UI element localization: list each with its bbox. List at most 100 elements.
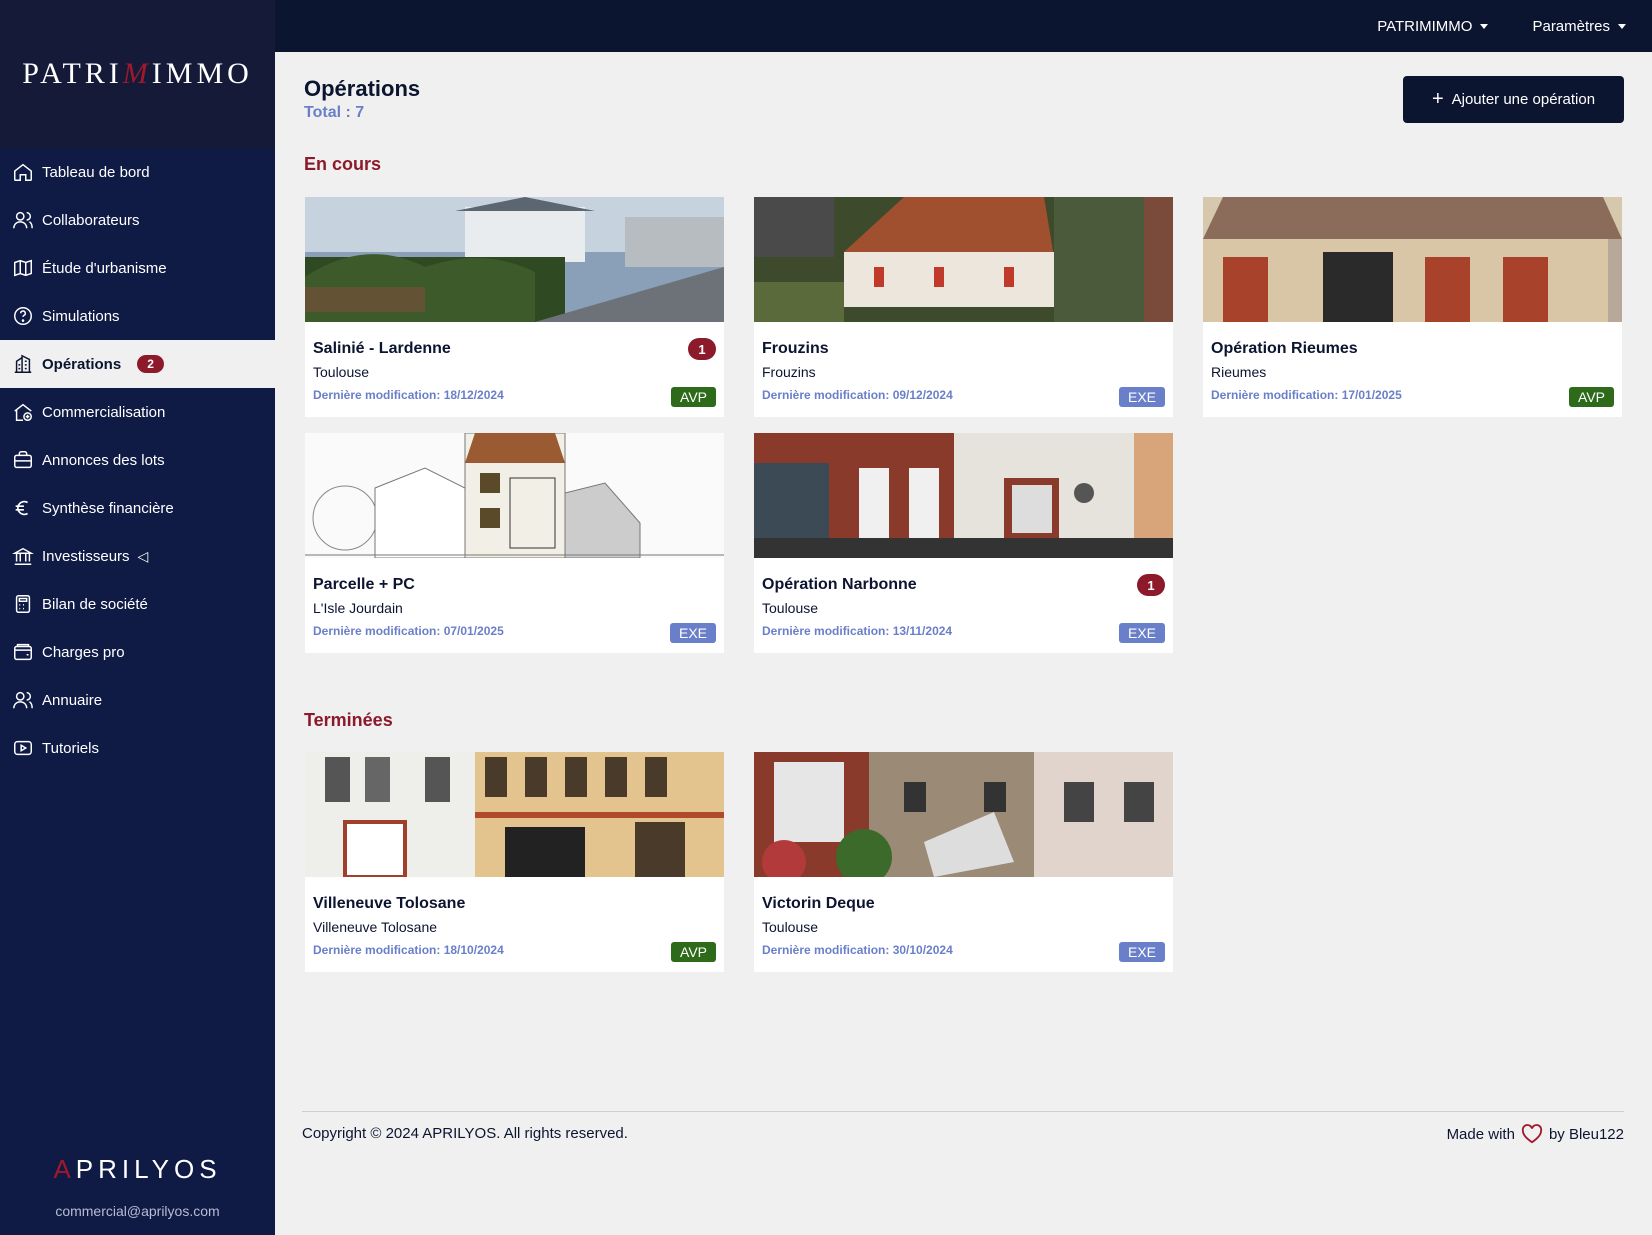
sidebar-item-label: Annonces des lots xyxy=(42,451,165,469)
euro-icon xyxy=(12,497,34,519)
section-title-in-progress: En cours xyxy=(304,154,382,174)
operation-date: Dernière modification: 09/12/2024 xyxy=(762,388,953,402)
operation-title: Parcelle + PC xyxy=(313,576,415,593)
copyright-text: Copyright © 2024 APRILYOS. All rights re… xyxy=(302,1125,628,1142)
operations-count-badge: 2 xyxy=(137,355,164,373)
sidebar-item-annuaire[interactable]: Annuaire xyxy=(0,676,275,724)
chevron-left-icon[interactable]: ◁ xyxy=(138,548,149,565)
question-icon xyxy=(12,305,34,327)
play-icon xyxy=(12,737,34,759)
operation-photo xyxy=(305,197,724,322)
phase-badge: EXE xyxy=(669,623,716,643)
map-icon xyxy=(12,257,34,279)
phase-badge: AVP xyxy=(1569,387,1614,407)
sidebar-item-synthese-financiere[interactable]: Synthèse financière xyxy=(0,484,275,532)
sidebar-item-collaborateurs[interactable]: Collaborateurs xyxy=(0,196,275,244)
operation-card[interactable]: Victorin Deque Toulouse Dernière modific… xyxy=(754,752,1173,972)
users-icon xyxy=(12,209,34,231)
operation-title: Salinié - Lardenne xyxy=(313,340,451,357)
sidebar-footer: APRILYOS commercial@aprilyos.com xyxy=(0,1154,275,1235)
operation-city: L'Isle Jourdain xyxy=(313,600,403,616)
calculator-icon xyxy=(12,593,34,615)
phase-badge: EXE xyxy=(1118,623,1165,643)
sidebar-item-tableau-de-bord[interactable]: Tableau de bord xyxy=(0,148,275,196)
operation-card[interactable]: Frouzins Frouzins Dernière modification:… xyxy=(754,197,1173,417)
operation-city: Rieumes xyxy=(1211,364,1267,380)
add-operation-button[interactable]: + Ajouter une opération xyxy=(1403,76,1624,123)
sidebar-item-label: Commercialisation xyxy=(42,403,166,421)
operation-photo xyxy=(305,433,724,558)
wallet-icon xyxy=(12,641,34,663)
topbar: PATRIMIMMO Paramètres xyxy=(275,0,1652,52)
operation-title: Victorin Deque xyxy=(762,895,875,912)
operation-date: Dernière modification: 17/01/2025 xyxy=(1211,388,1402,402)
operation-photo xyxy=(754,752,1173,877)
aprilyos-logo: APRILYOS xyxy=(53,1154,222,1184)
operation-date: Dernière modification: 18/10/2024 xyxy=(313,943,504,957)
sidebar-item-bilan-societe[interactable]: Bilan de société xyxy=(0,580,275,628)
sidebar-item-label: Bilan de société xyxy=(42,595,148,613)
home-icon xyxy=(12,161,34,183)
phase-badge: EXE xyxy=(1118,387,1165,407)
heart-icon xyxy=(1521,1124,1543,1144)
operation-title: Villeneuve Tolosane xyxy=(313,895,466,912)
brand-logo[interactable]: PATRIMIMMO xyxy=(0,0,275,148)
sidebar-item-label: Tutoriels xyxy=(42,739,99,757)
operation-photo xyxy=(305,752,724,877)
sidebar-item-operations[interactable]: Opérations 2 xyxy=(0,340,275,388)
operation-date: Dernière modification: 30/10/2024 xyxy=(762,943,953,957)
plus-icon: + xyxy=(1431,88,1444,110)
operation-date: Dernière modification: 18/12/2024 xyxy=(313,388,504,402)
phase-badge: AVP xyxy=(671,387,716,407)
bank-icon xyxy=(12,545,34,567)
phase-badge: EXE xyxy=(1118,942,1165,962)
sidebar-item-label: Annuaire xyxy=(42,691,103,709)
made-with: Made with by Bleu122 xyxy=(1446,1124,1624,1144)
operation-title: Opération Narbonne xyxy=(762,576,917,593)
operation-photo xyxy=(754,433,1173,558)
operation-photo xyxy=(1203,197,1622,322)
company-menu[interactable]: PATRIMIMMO xyxy=(1377,18,1489,35)
section-title-finished: Terminées xyxy=(304,710,393,730)
sidebar-item-annonces-lots[interactable]: Annonces des lots xyxy=(0,436,275,484)
sidebar-item-charges-pro[interactable]: Charges pro xyxy=(0,628,275,676)
building-icon xyxy=(12,353,34,375)
briefcase-icon xyxy=(12,449,34,471)
sidebar-item-tutoriels[interactable]: Tutoriels xyxy=(0,724,275,772)
operation-city: Villeneuve Tolosane xyxy=(313,919,438,935)
sidebar-item-label: Collaborateurs xyxy=(42,211,140,229)
notification-badge: 1 xyxy=(1137,574,1165,596)
contact-email[interactable]: commercial@aprilyos.com xyxy=(0,1203,275,1219)
sidebar-item-commercialisation[interactable]: Commercialisation xyxy=(0,388,275,436)
sidebar-item-label: Opérations xyxy=(42,355,122,373)
caret-down-icon xyxy=(1480,23,1489,29)
operation-city: Toulouse xyxy=(762,919,819,935)
operation-city: Toulouse xyxy=(313,364,370,380)
operation-card[interactable]: Parcelle + PC L'Isle Jourdain Dernière m… xyxy=(305,433,724,653)
operation-title: Frouzins xyxy=(762,340,829,357)
sidebar-item-label: Étude d'urbanisme xyxy=(42,259,167,277)
operation-title: Opération Rieumes xyxy=(1211,340,1358,357)
sidebar-item-label: Investisseurs xyxy=(42,547,130,565)
contacts-icon xyxy=(12,689,34,711)
operation-card[interactable]: Villeneuve Tolosane Villeneuve Tolosane … xyxy=(305,752,724,972)
sidebar-item-simulations[interactable]: Simulations xyxy=(0,292,275,340)
settings-menu[interactable]: Paramètres xyxy=(1532,18,1626,35)
operation-date: Dernière modification: 07/01/2025 xyxy=(313,624,504,638)
sidebar-item-label: Simulations xyxy=(42,307,120,325)
operation-card[interactable]: Opération Narbonne Toulouse Dernière mod… xyxy=(754,433,1173,653)
operation-card[interactable]: Salinié - Lardenne Toulouse Dernière mod… xyxy=(305,197,724,417)
caret-down-icon xyxy=(1618,23,1626,29)
house-sale-icon xyxy=(12,401,34,423)
sidebar-item-label: Charges pro xyxy=(42,643,125,661)
sidebar-item-etude-urbanisme[interactable]: Étude d'urbanisme xyxy=(0,244,275,292)
operation-date: Dernière modification: 13/11/2024 xyxy=(762,624,953,638)
sidebar-nav: Tableau de bord Collaborateurs Étude d'u… xyxy=(0,148,275,772)
operation-card[interactable]: Opération Rieumes Rieumes Dernière modif… xyxy=(1203,197,1622,417)
operation-photo xyxy=(754,197,1173,322)
sidebar-item-investisseurs[interactable]: Investisseurs ◁ xyxy=(0,532,275,580)
operation-city: Toulouse xyxy=(762,600,819,616)
footer-divider xyxy=(302,1111,1624,1112)
sidebar: PATRIMIMMO Tableau de bord Collaborateur… xyxy=(0,0,275,1235)
page-title: Opérations xyxy=(304,76,421,101)
